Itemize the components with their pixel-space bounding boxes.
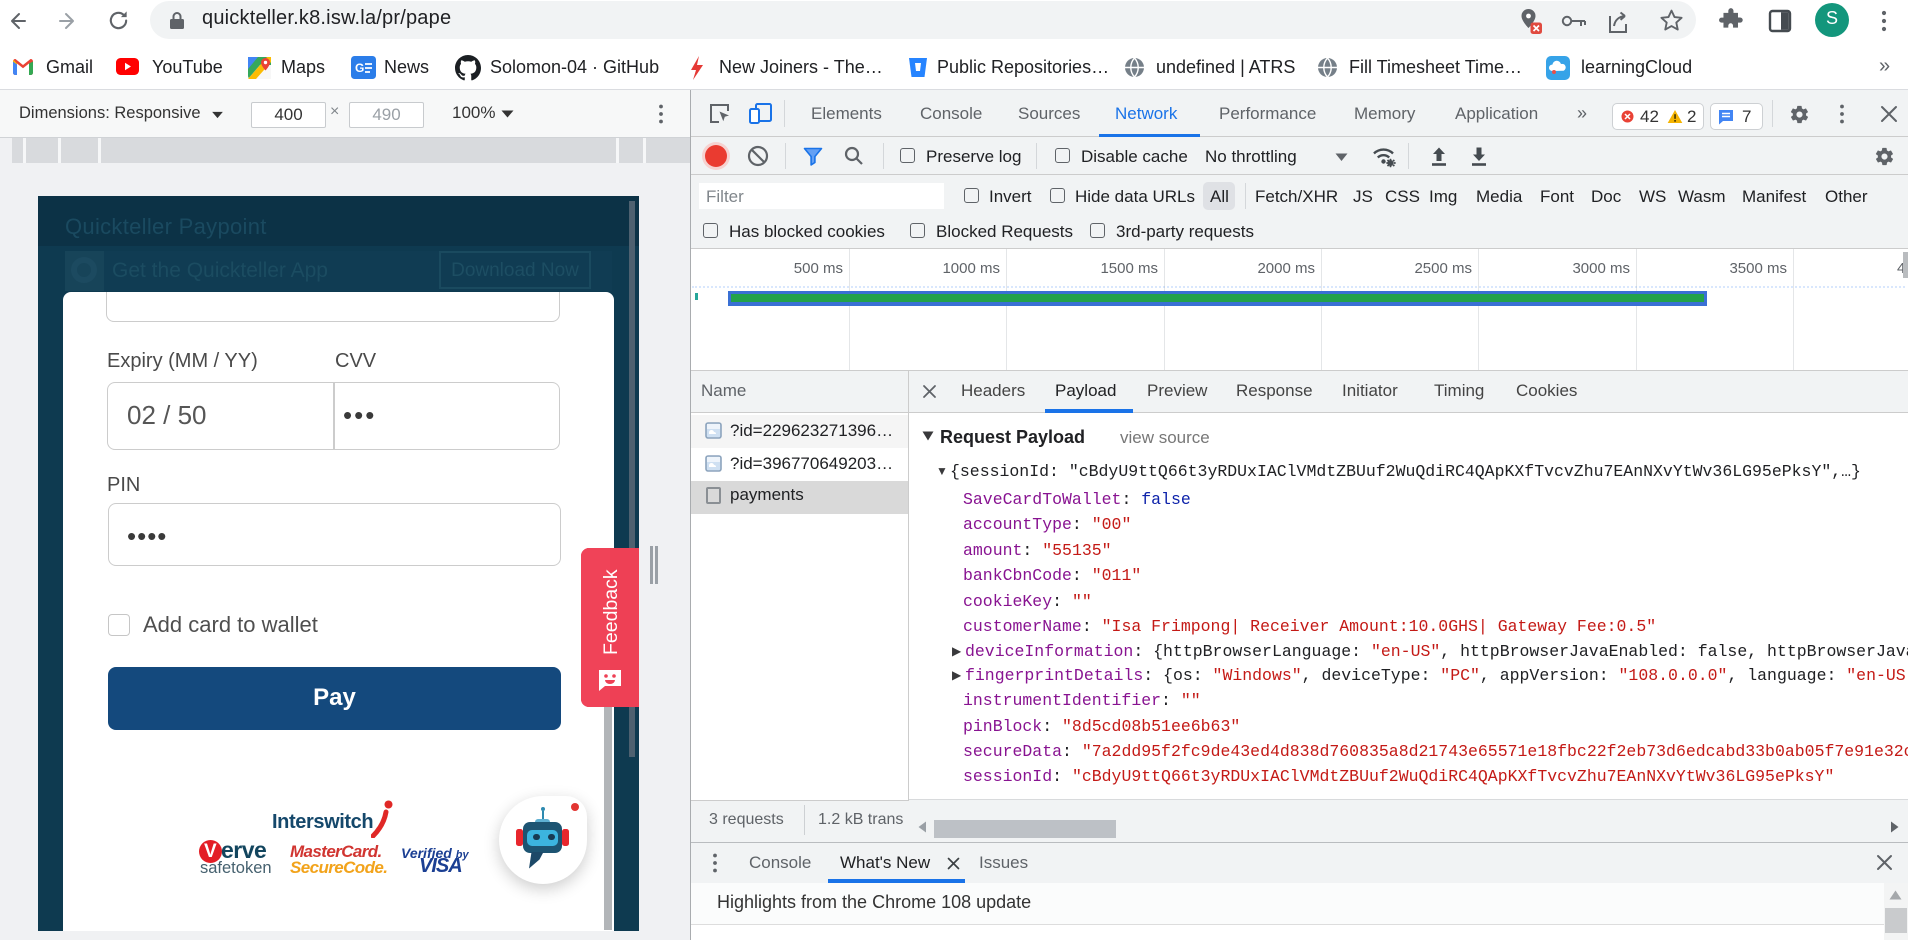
svg-text:G: G [355, 61, 364, 75]
